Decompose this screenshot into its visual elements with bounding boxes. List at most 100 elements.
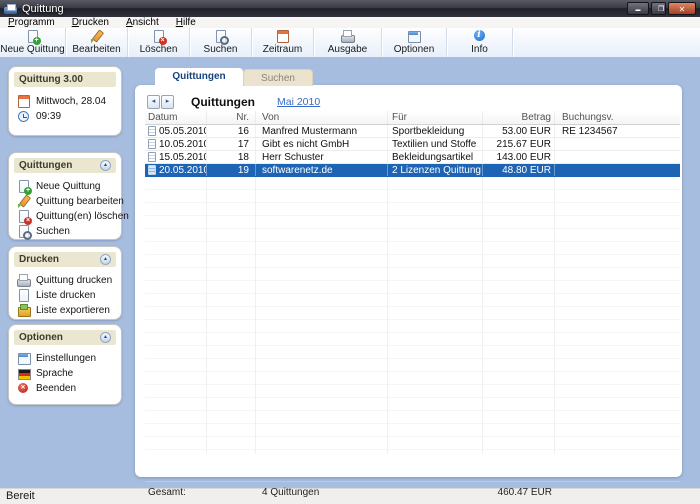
quit-icon	[17, 382, 31, 395]
current-time: 09:39	[17, 109, 117, 124]
document-icon	[148, 126, 156, 136]
ausgabe-button[interactable]: Ausgabe	[314, 28, 382, 57]
period-link[interactable]: Mai 2010	[277, 96, 320, 108]
table-row[interactable]: 05.05.201016Manfred MustermannSportbekle…	[145, 125, 680, 138]
footer-label: Gesamt:	[145, 486, 207, 499]
window-controls	[627, 2, 696, 15]
sidebar-item-liste-exportieren[interactable]: Liste exportieren	[17, 303, 117, 318]
info-card-header: Quittung 3.00	[14, 72, 116, 87]
sidebar-item-neue-quittung[interactable]: Neue Quittung	[17, 179, 117, 194]
neue-quittung-button[interactable]: Neue Quittung	[0, 28, 66, 57]
sidebar-item-quittung-bearbeiten[interactable]: Quittung bearbeiten	[17, 194, 117, 209]
edit-icon	[17, 195, 31, 208]
section-header: Drucken	[14, 252, 116, 267]
section-header: Optionen	[14, 330, 116, 345]
sidebar-section-quittungen: Quittungen Neue QuittungQuittung bearbei…	[8, 152, 122, 240]
sidebar-item-einstellungen[interactable]: Einstellungen	[17, 351, 117, 366]
toolbar: Neue QuittungBearbeitenLöschenSuchenZeit…	[0, 28, 700, 58]
sidebar-item-label: Suchen	[36, 226, 70, 237]
footer-count: 4 Quittungen	[256, 486, 388, 499]
search-icon	[17, 225, 31, 238]
info-button[interactable]: Info	[447, 28, 513, 57]
clock-icon	[17, 110, 31, 123]
cell-datum: 10.05.2010	[145, 138, 207, 150]
column-header-betrag[interactable]: Betrag	[483, 111, 555, 124]
menu-item-ansicht[interactable]: Ansicht	[121, 17, 164, 28]
info-icon	[473, 30, 487, 43]
document-icon	[148, 139, 156, 149]
column-header-nr[interactable]: Nr.	[207, 111, 256, 124]
cell-buchung: RE 1234567	[555, 125, 680, 137]
section-title: Drucken	[19, 254, 59, 265]
sidebar-item-quittung-en-l-schen[interactable]: Quittung(en) löschen	[17, 209, 117, 224]
sidebar-item-liste-drucken[interactable]: Liste drucken	[17, 288, 117, 303]
status-text: Bereit	[6, 490, 35, 502]
sidebar-item-beenden[interactable]: Beenden	[17, 381, 117, 396]
cell-von: softwarenetz.de	[256, 164, 388, 176]
window-title: Quittung	[22, 3, 64, 15]
menu-item-hilfe[interactable]: Hilfe	[171, 17, 201, 28]
printer-icon	[341, 30, 355, 43]
column-header-buchungsv[interactable]: Buchungsv.	[555, 111, 680, 124]
cell-fuer: Textilien und Stoffe	[388, 138, 483, 150]
app-version-label: Quittung 3.00	[19, 74, 83, 85]
minimize-button[interactable]	[627, 2, 649, 15]
options-icon	[407, 30, 421, 43]
toolbar-label: Optionen	[394, 44, 435, 55]
section-title: Optionen	[19, 332, 63, 343]
cell-buchung	[555, 164, 680, 176]
cell-betrag: 215.67 EUR	[483, 138, 555, 150]
sidebar-item-suchen[interactable]: Suchen	[17, 224, 117, 239]
section-header: Quittungen	[14, 158, 116, 173]
content-area: Quittung 3.00 Mittwoch, 28.04 09:39 Quit…	[0, 58, 700, 488]
sidebar-item-sprache[interactable]: Sprache	[17, 366, 117, 381]
cell-betrag: 143.00 EUR	[483, 151, 555, 163]
current-date: Mittwoch, 28.04	[17, 94, 117, 109]
maximize-button[interactable]	[651, 2, 666, 15]
cell-nr: 16	[207, 125, 256, 137]
cell-nr: 19	[207, 164, 256, 176]
close-button[interactable]	[668, 2, 696, 15]
collapse-icon[interactable]	[100, 332, 111, 343]
zeitraum-button[interactable]: Zeitraum	[252, 28, 314, 57]
toolbar-label: Ausgabe	[328, 44, 367, 55]
collapse-icon[interactable]	[100, 160, 111, 171]
sidebar-item-label: Sprache	[36, 368, 73, 379]
table-row[interactable]: 20.05.201019softwarenetz.de2 Lizenzen Qu…	[145, 164, 680, 177]
table-row[interactable]: 10.05.201017Gibt es nicht GmbHTextilien …	[145, 138, 680, 151]
cell-betrag: 53.00 EUR	[483, 125, 555, 137]
bearbeiten-button[interactable]: Bearbeiten	[66, 28, 128, 57]
prev-period-button[interactable]: ◂	[147, 95, 160, 109]
suchen-button[interactable]: Suchen	[190, 28, 252, 57]
printer-icon	[17, 274, 31, 287]
next-period-button[interactable]: ▸	[161, 95, 174, 109]
current-time-label: 09:39	[36, 111, 61, 122]
optionen-button[interactable]: Optionen	[382, 28, 447, 57]
table-body: 05.05.201016Manfred MustermannSportbekle…	[145, 125, 680, 454]
table-row[interactable]: 15.05.201018Herr SchusterBekleidungsarti…	[145, 151, 680, 164]
sidebar-section-drucken: Drucken Quittung druckenListe druckenLis…	[8, 246, 122, 320]
calendar-icon	[17, 95, 31, 108]
tab-quittungen[interactable]: Quittungen	[155, 68, 243, 86]
section-title: Quittungen	[19, 160, 72, 171]
sidebar-item-label: Beenden	[36, 383, 76, 394]
cell-datum: 05.05.2010	[145, 125, 207, 137]
cell-buchung	[555, 151, 680, 163]
app-icon	[4, 4, 17, 14]
cell-nr: 18	[207, 151, 256, 163]
column-header-f-r[interactable]: Für	[388, 111, 483, 124]
current-date-label: Mittwoch, 28.04	[36, 96, 106, 107]
sidebar-item-quittung-drucken[interactable]: Quittung drucken	[17, 273, 117, 288]
document-icon	[148, 165, 156, 175]
column-header-von[interactable]: Von	[256, 111, 388, 124]
sidebar-item-label: Quittung bearbeiten	[36, 196, 124, 207]
collapse-icon[interactable]	[100, 254, 111, 265]
column-header-datum[interactable]: Datum	[145, 111, 207, 124]
l-schen-button[interactable]: Löschen	[128, 28, 190, 57]
tab-bar: QuittungenSuchen	[155, 68, 313, 86]
tab-suchen[interactable]: Suchen	[243, 69, 313, 86]
menu-item-drucken[interactable]: Drucken	[67, 17, 114, 28]
table-footer: Gesamt: 4 Quittungen 460.47 EUR	[145, 481, 680, 503]
menu-item-programm[interactable]: Programm	[3, 17, 60, 28]
page-icon	[17, 289, 31, 302]
